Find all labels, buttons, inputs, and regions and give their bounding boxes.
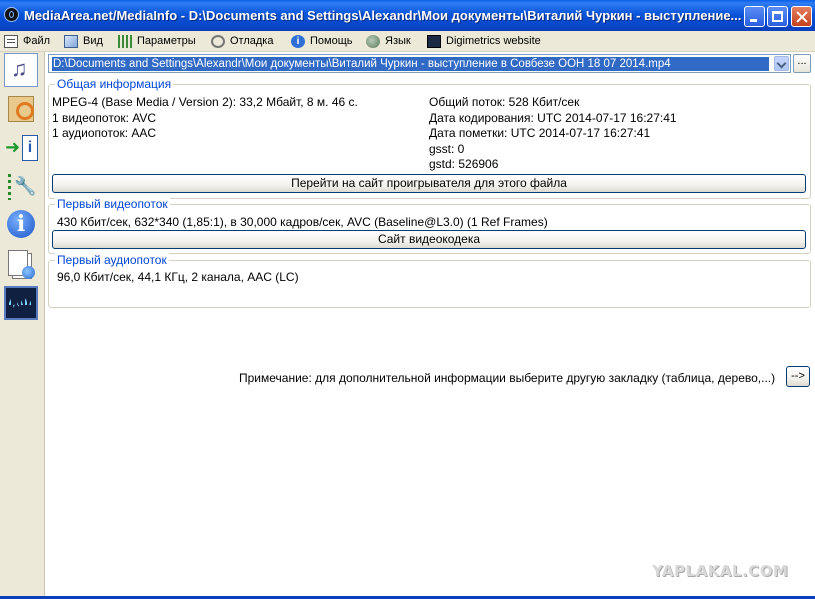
general-video-count: 1 видеопоток: AVC	[52, 111, 157, 125]
menu-language-label: Язык	[385, 35, 411, 47]
menu-help[interactable]: i Помощь	[291, 33, 353, 49]
general-info-group: Общая информация MPEG-4 (Base Media / Ve…	[48, 77, 811, 199]
audio-stream-group: Первый аудиопоток 96,0 Кбит/сек, 44,1 КГ…	[48, 253, 811, 308]
general-gsst: gsst: 0	[429, 142, 465, 156]
text-view-icon[interactable]	[4, 170, 38, 204]
menu-view[interactable]: Вид	[64, 33, 103, 49]
more-info-button[interactable]: -->	[786, 366, 810, 387]
digimetrics-icon	[427, 34, 441, 48]
note-text: Примечание: для дополнительной информаци…	[239, 371, 776, 385]
file-select[interactable]: D:\Documents and Settings\Alexandr\Мои д…	[48, 54, 791, 73]
window-title: MediaArea.net/MediaInfo - D:\Documents a…	[24, 8, 742, 23]
menu-view-label: Вид	[83, 35, 103, 47]
general-info-title: Общая информация	[55, 77, 174, 91]
audio-stream-info: 96,0 Кбит/сек, 44,1 КГц, 2 канала, AAC (…	[57, 270, 299, 284]
file-icon	[4, 34, 18, 48]
language-icon	[366, 34, 380, 48]
general-tagged-date: Дата пометки: UTC 2014-07-17 16:27:41	[429, 126, 651, 140]
menu-language[interactable]: Язык	[366, 33, 411, 49]
chevron-down-icon[interactable]	[774, 56, 789, 71]
basic-view-icon[interactable]	[4, 53, 38, 87]
menu-digimetrics-label: Digimetrics website	[446, 35, 541, 47]
menu-file[interactable]: Файл	[4, 33, 50, 49]
video-stream-title: Первый видеопоток	[55, 197, 170, 211]
general-bitrate: Общий поток: 528 Кбит/сек	[429, 95, 580, 109]
params-icon	[118, 34, 132, 48]
sheet-view-icon[interactable]	[4, 92, 38, 126]
menu-debug-label: Отладка	[230, 35, 274, 47]
info-view-icon[interactable]	[4, 208, 38, 242]
debug-icon	[211, 34, 225, 48]
view-icon	[64, 34, 78, 48]
tree-view-icon[interactable]	[4, 132, 38, 166]
general-encoded-date: Дата кодирования: UTC 2014-07-17 16:27:4…	[429, 111, 677, 125]
maximize-button[interactable]	[767, 6, 788, 27]
title-bar[interactable]: MediaArea.net/MediaInfo - D:\Documents a…	[0, 0, 815, 31]
main-panel: D:\Documents and Settings\Alexandr\Мои д…	[45, 52, 815, 599]
menu-digimetrics[interactable]: Digimetrics website	[427, 33, 541, 49]
menu-help-label: Помощь	[310, 35, 353, 47]
menu-debug[interactable]: Отладка	[211, 33, 273, 49]
player-website-button[interactable]: Перейти на сайт проигрывателя для этого …	[52, 174, 806, 193]
minimize-button[interactable]	[744, 6, 765, 27]
watermark: YAPLAKAL.COM	[652, 562, 789, 580]
codec-website-button[interactable]: Сайт видеокодека	[52, 230, 806, 249]
close-button[interactable]	[791, 6, 812, 27]
menu-file-label: Файл	[23, 35, 51, 47]
video-stream-group: Первый видеопоток 430 Кбит/сек, 632*340 …	[48, 197, 811, 254]
audio-stream-title: Первый аудиопоток	[55, 253, 169, 267]
view-sidebar	[0, 52, 45, 599]
browse-button[interactable]: ...	[793, 54, 811, 73]
help-icon: i	[291, 34, 305, 48]
general-gstd: gstd: 526906	[429, 157, 499, 171]
file-path: D:\Documents and Settings\Alexandr\Мои д…	[52, 57, 769, 71]
digimetrics-view-icon[interactable]	[4, 286, 38, 320]
menu-bar: Файл Вид Параметры Отладка i Помощь Язык…	[0, 31, 815, 52]
general-format: MPEG-4 (Base Media / Version 2): 33,2 Мб…	[52, 95, 358, 109]
video-stream-info: 430 Кбит/сек, 632*340 (1,85:1), в 30,000…	[57, 215, 548, 229]
html-view-icon[interactable]	[4, 248, 38, 282]
menu-params[interactable]: Параметры	[118, 33, 196, 49]
menu-params-label: Параметры	[137, 35, 196, 47]
general-audio-count: 1 аудиопоток: AAC	[52, 126, 157, 140]
mediainfo-app-icon[interactable]	[4, 7, 19, 22]
